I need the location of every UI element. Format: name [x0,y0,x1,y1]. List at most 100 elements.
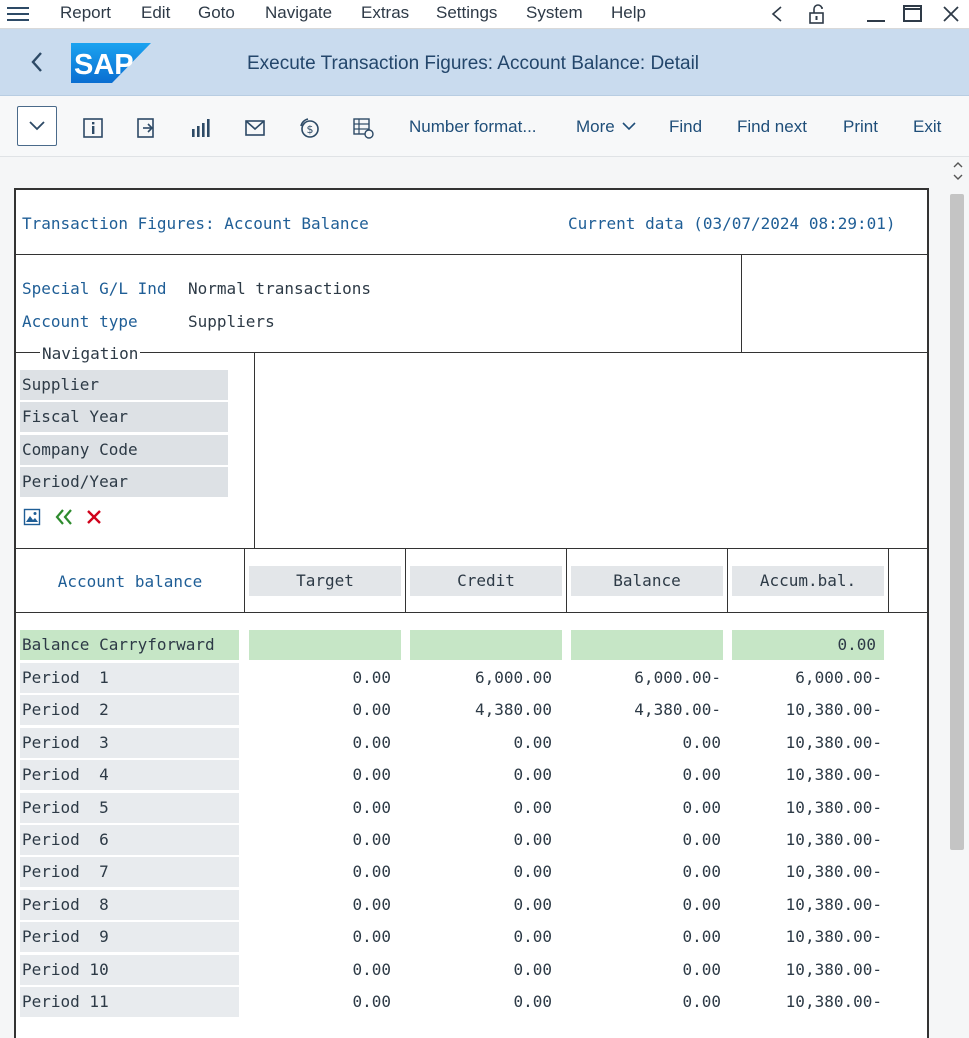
scroll-down-icon[interactable] [952,172,964,182]
period-target-value: 0.00 [352,668,391,687]
more-label: More [576,117,615,136]
menu-extras[interactable]: Extras [361,3,409,23]
period-row-label[interactable]: Period 7 [20,857,239,888]
period-target-value: 0.00 [352,797,391,817]
export-icon[interactable] [135,116,159,140]
close-icon[interactable] [941,4,961,24]
period-row-label[interactable]: Period 10 [20,954,239,985]
period-row-label[interactable]: Period 8 [20,889,239,920]
period-credit-value: 6,000.00 [474,668,552,687]
menu-edit[interactable]: Edit [141,3,170,23]
scroll-thumb[interactable] [950,194,964,850]
period-target-value: 0.00 [352,732,391,752]
carryforward-label-cell: Balance Carryforward [20,630,239,660]
back-chevron-icon[interactable] [26,47,48,77]
dropdown-box[interactable] [17,106,57,146]
find-button[interactable]: Find [669,117,702,137]
maximize-icon[interactable] [902,3,924,25]
period-credit-value: 0.00 [513,765,552,785]
column-header-accum-bal[interactable]: Accum.bal. [732,566,884,596]
hamburger-menu-icon[interactable] [7,4,29,24]
period-row-label[interactable]: Period 1 [20,663,239,693]
period-target-value: 0.00 [352,765,391,785]
chevron-down-icon [29,121,45,131]
bar-chart-icon[interactable] [189,116,213,140]
unlock-icon[interactable] [806,2,830,26]
print-button[interactable]: Print [843,117,878,137]
divider [405,548,406,612]
divider [16,548,927,549]
period-credit-value: 0.00 [513,732,552,752]
period-row-label[interactable]: Period 5 [20,792,239,823]
period-target-value: 0.00 [352,830,391,849]
column-header-credit[interactable]: Credit [410,566,562,596]
period-row-label[interactable]: Period 11 [20,987,239,1017]
nav-item-fiscal-year[interactable]: Fiscal Year [20,402,228,432]
menu-settings[interactable]: Settings [436,3,497,23]
scroll-up-icon[interactable] [952,160,964,170]
menu-system[interactable]: System [526,3,583,23]
period-accum-value: 10,380.00- [785,732,882,752]
column-header-target[interactable]: Target [249,566,401,596]
nav-item-period-year[interactable]: Period/Year [20,467,228,497]
period-row-label[interactable]: Period 9 [20,922,239,953]
find-next-button[interactable]: Find next [737,117,807,137]
period-accum-value: 10,380.00- [785,862,882,882]
minimize-icon[interactable] [865,4,887,24]
carryforward-label: Balance Carryforward [22,635,215,654]
column-header-balance[interactable]: Balance [571,566,723,596]
number-format-button[interactable]: Number format... [409,117,537,137]
menu-navigate[interactable]: Navigate [265,3,332,23]
period-accum-value: 10,380.00- [785,894,882,914]
carryforward-target-cell [249,630,401,660]
layout-settings-icon[interactable] [351,116,375,140]
divider [566,548,567,612]
chevron-left-icon[interactable] [770,5,784,23]
period-target-value: 0.00 [352,700,391,720]
period-row-label[interactable]: Period 6 [20,825,239,855]
period-credit-value: 0.00 [513,894,552,914]
special-gl-value: Normal transactions [188,279,372,298]
divider [244,548,245,612]
close-icon[interactable] [85,508,103,526]
nav-item-company-code[interactable]: Company Code [20,435,228,465]
picture-icon[interactable] [23,508,41,526]
exit-button[interactable]: Exit [913,117,941,137]
period-row-label[interactable]: Period 2 [20,695,239,726]
column-header-account-balance: Account balance [57,572,203,591]
special-gl-label: Special G/L Ind [22,279,167,298]
period-balance-value: 0.00 [682,862,721,882]
period-balance-value: 0.00 [682,959,721,979]
info-icon[interactable] [81,116,105,140]
period-accum-value: 6,000.00- [795,668,882,687]
period-row-label[interactable]: Period 4 [20,760,239,791]
period-accum-value: 10,380.00- [785,927,882,947]
sap-logo: SAP [71,43,151,83]
period-balance-value: 6,000.00- [634,668,721,687]
vertical-scrollbar[interactable] [948,158,968,1036]
currency-icon[interactable]: $ [297,116,321,140]
period-balance-value: 4,380.00- [634,700,721,720]
period-credit-value: 0.00 [513,797,552,817]
period-accum-value: 10,380.00- [785,765,882,785]
carryforward-balance-cell [571,630,723,660]
period-credit-value: 0.00 [513,992,552,1011]
period-accum-value: 10,380.00- [785,700,882,720]
more-button[interactable]: More [576,117,637,137]
page-title: Execute Transaction Figures: Account Bal… [247,53,700,74]
toolbar: $ Number format... More Find Find next P… [0,96,969,157]
period-accum-value: 10,380.00- [785,959,882,979]
divider [741,254,742,352]
menu-goto[interactable]: Goto [198,3,235,23]
period-row-label[interactable]: Period 3 [20,727,239,758]
period-accum-value: 10,380.00- [785,797,882,817]
nav-item-supplier[interactable]: Supplier [20,370,228,400]
account-type-label: Account type [22,312,138,331]
mail-icon[interactable] [243,116,267,140]
menu-help[interactable]: Help [611,3,646,23]
divider [16,612,927,613]
period-balance-value: 0.00 [682,797,721,817]
menu-report[interactable]: Report [60,3,111,23]
double-chevron-left-icon[interactable] [54,508,74,526]
period-target-value: 0.00 [352,862,391,882]
